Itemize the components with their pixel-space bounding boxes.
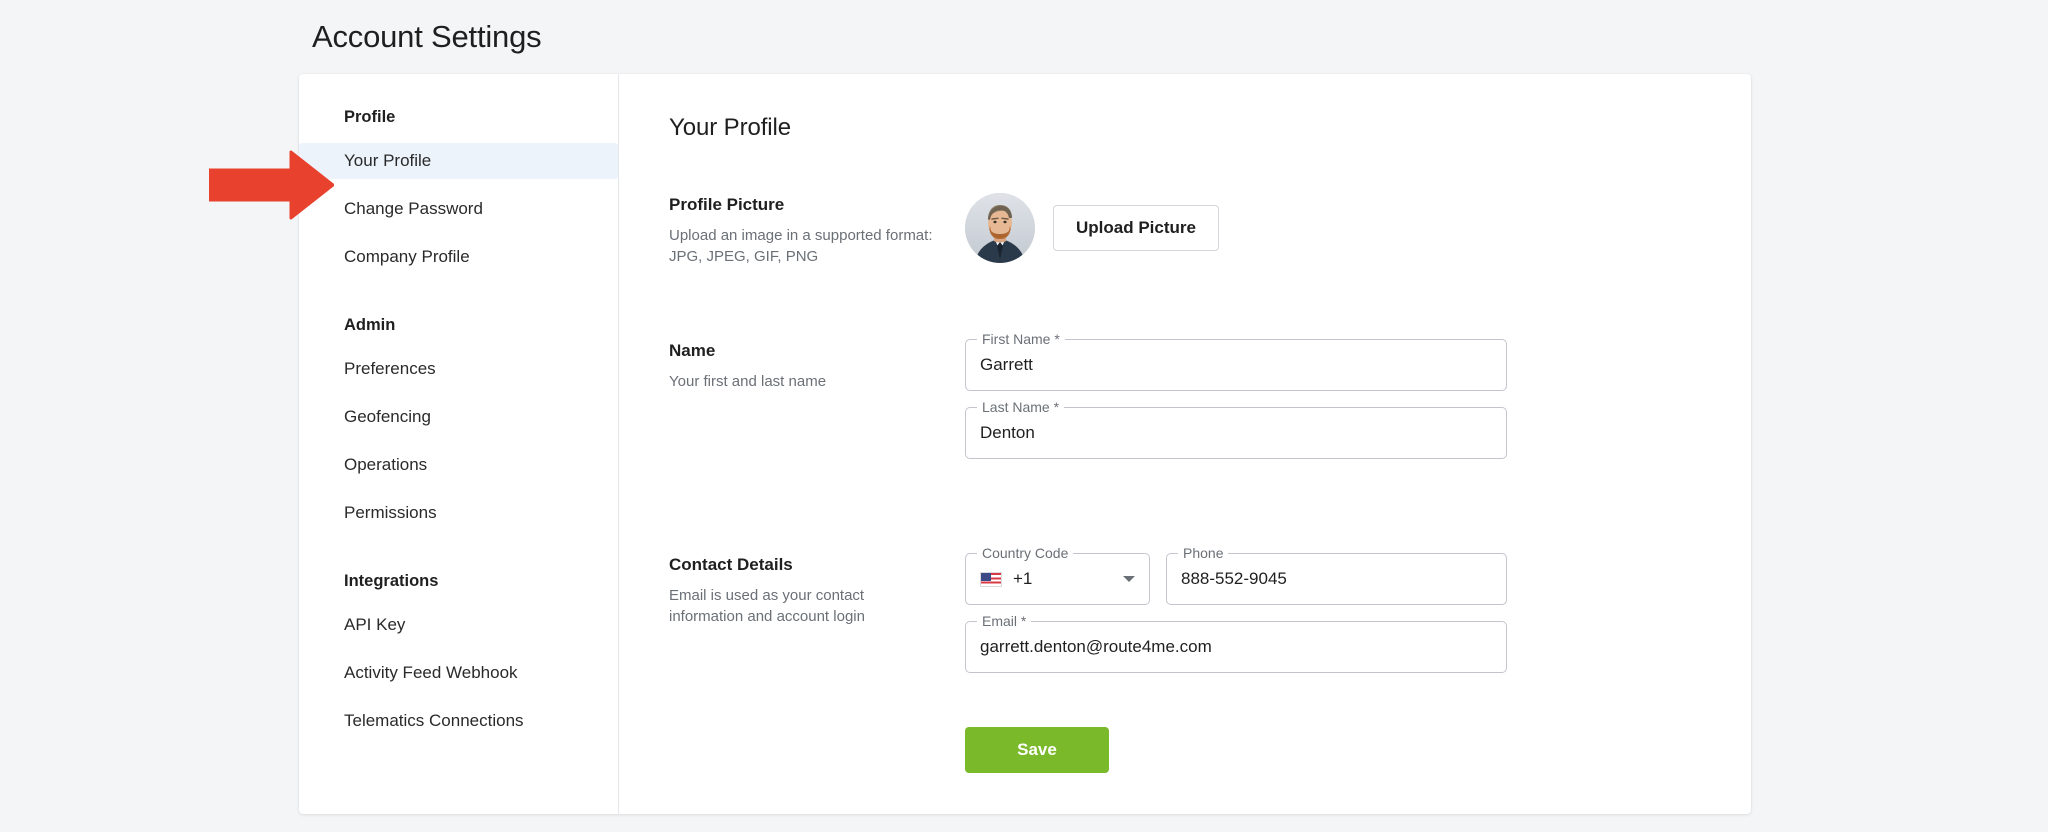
sidebar-item-telematics-connections[interactable]: Telematics Connections (299, 703, 618, 739)
name-title: Name (669, 341, 716, 360)
email-label: Email * (977, 613, 1032, 630)
phone-field[interactable]: Phone (1166, 545, 1507, 605)
sidebar-item-preferences[interactable]: Preferences (299, 351, 618, 387)
name-body: First Name * Last Name * (965, 331, 1751, 475)
sidebar-item-label: Telematics Connections (344, 711, 524, 730)
save-row: Save (669, 689, 1751, 773)
name-description: Your first and last name (669, 373, 827, 390)
sidebar-item-label: Change Password (344, 199, 483, 218)
upload-picture-button[interactable]: Upload Picture (1053, 205, 1219, 251)
sidebar-item-activity-feed-webhook[interactable]: Activity Feed Webhook (299, 655, 618, 691)
sidebar-item-label: Geofencing (344, 407, 431, 426)
country-code-value: +1 (1013, 569, 1033, 588)
sidebar-item-operations[interactable]: Operations (299, 447, 618, 483)
sidebar-item-change-password[interactable]: Change Password (299, 191, 618, 227)
app-root: Account Settings Profile Your Profile Ch… (0, 0, 2048, 832)
avatar-photo (965, 193, 1035, 263)
nav-group-title-profile: Profile (344, 108, 396, 126)
sidebar-item-api-key[interactable]: API Key (299, 607, 618, 643)
contact-details-section: Contact Details Email is used as your co… (669, 545, 1751, 689)
profile-picture-description: Upload an image in a supported format: J… (669, 227, 933, 265)
settings-main-panel: Your Profile Profile Picture Upload an i… (619, 74, 1751, 814)
nav-group-spacer (299, 543, 618, 570)
sidebar-item-label: Preferences (344, 359, 436, 378)
sidebar-item-permissions[interactable]: Permissions (299, 495, 618, 531)
profile-picture-section: Profile Picture Upload an image in a sup… (669, 193, 1751, 267)
save-button[interactable]: Save (965, 727, 1109, 773)
chevron-down-icon[interactable] (1123, 576, 1135, 582)
country-code-label: Country Code (977, 545, 1074, 562)
email-field[interactable]: Email * (965, 613, 1507, 673)
last-name-field[interactable]: Last Name * (965, 399, 1507, 459)
profile-picture-label-block: Profile Picture Upload an image in a sup… (669, 193, 965, 267)
contact-phone-row: Country Code +1 Phone (965, 545, 1507, 621)
sidebar-item-company-profile[interactable]: Company Profile (299, 239, 618, 275)
settings-sidebar: Profile Your Profile Change Password Com… (299, 74, 619, 814)
nav-group-admin: Admin Preferences Geofencing Operations … (299, 314, 618, 531)
contact-title: Contact Details (669, 555, 793, 574)
avatar[interactable] (965, 193, 1035, 263)
email-input[interactable] (980, 635, 1492, 659)
contact-description: Email is used as your contact informatio… (669, 587, 865, 625)
sidebar-item-label: Activity Feed Webhook (344, 663, 518, 682)
profile-picture-row: Upload Picture (965, 193, 1751, 263)
sidebar-item-geofencing[interactable]: Geofencing (299, 399, 618, 435)
nav-group-spacer (299, 287, 618, 314)
contact-fields: Country Code +1 Phone 888-552-9045 Email… (965, 545, 1507, 673)
profile-picture-body: Upload Picture (965, 193, 1751, 263)
first-name-input[interactable] (980, 353, 1492, 377)
nav-group-title-integrations: Integrations (344, 572, 439, 590)
last-name-input[interactable] (980, 421, 1492, 445)
sidebar-item-label: Permissions (344, 503, 437, 522)
nav-group-integrations: Integrations API Key Activity Feed Webho… (299, 570, 618, 739)
country-code-value-wrap: +1 (980, 569, 1135, 589)
name-section: Name Your first and last name First Name… (669, 331, 1751, 475)
us-flag-icon (980, 571, 1002, 587)
nav-group-title-admin: Admin (344, 316, 396, 334)
contact-label-block: Contact Details Email is used as your co… (669, 553, 965, 627)
nav-group-profile: Profile Your Profile Change Password Com… (299, 106, 618, 275)
first-name-field[interactable]: First Name * (965, 331, 1507, 391)
account-settings-card: Profile Your Profile Change Password Com… (299, 74, 1751, 814)
sidebar-item-label: Your Profile (344, 151, 432, 170)
name-fields: First Name * Last Name * (965, 331, 1507, 459)
name-label-block: Name Your first and last name (669, 339, 965, 392)
phone-label: Phone (1178, 545, 1229, 562)
profile-picture-title: Profile Picture (669, 195, 785, 214)
country-code-select[interactable]: Country Code +1 (965, 545, 1150, 605)
section-heading: Your Profile (669, 114, 791, 141)
last-name-label: Last Name * (977, 399, 1065, 416)
page-title: Account Settings (312, 19, 542, 54)
first-name-label: First Name * (977, 331, 1065, 348)
contact-body: Country Code +1 Phone 888-552-9045 Email… (965, 545, 1751, 689)
sidebar-item-label: Company Profile (344, 247, 470, 266)
sidebar-item-label: Operations (344, 455, 428, 474)
sidebar-item-your-profile[interactable]: Your Profile (299, 143, 618, 179)
sidebar-item-label: API Key (344, 615, 406, 634)
phone-input[interactable] (1181, 567, 1492, 591)
